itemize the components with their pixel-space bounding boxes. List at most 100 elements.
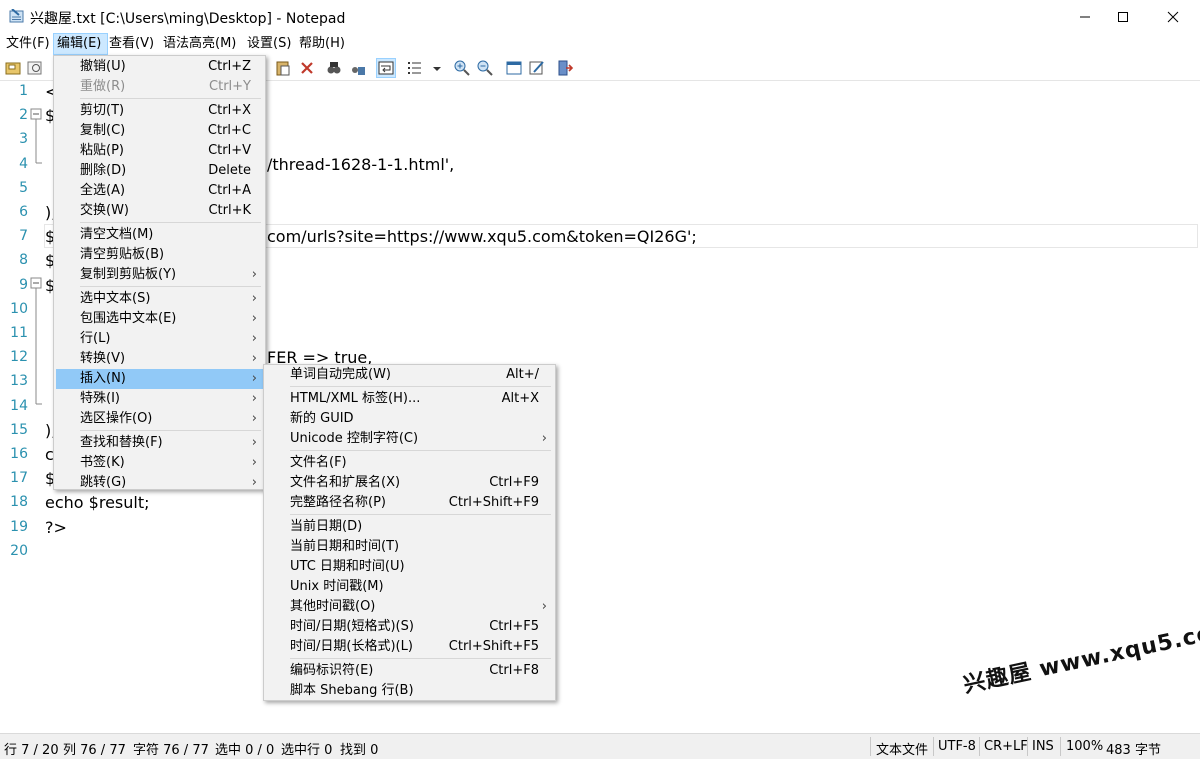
chevron-right-icon: › xyxy=(251,351,257,366)
menu-item[interactable]: 当前日期(D) xyxy=(266,517,553,537)
title-bar: 兴趣屋.txt [C:\Users\ming\Desktop] - Notepa… xyxy=(0,0,1200,34)
line-number: 17 xyxy=(10,470,28,487)
status-scheme[interactable]: 文本文件 xyxy=(876,739,928,758)
menu-item[interactable]: 包围选中文本(E) › xyxy=(56,309,263,329)
status-separator xyxy=(1027,737,1028,756)
menu-item[interactable]: 清空剪贴板(B) xyxy=(56,245,263,265)
exit-icon[interactable] xyxy=(556,59,574,77)
line-number: 1 xyxy=(19,83,28,99)
replace-icon[interactable] xyxy=(349,59,367,77)
menu-item[interactable]: 转换(V) › xyxy=(56,349,263,369)
menu-item[interactable]: 行(L) › xyxy=(56,329,263,349)
menu-item[interactable]: 脚本 Shebang 行(B) xyxy=(266,681,553,701)
status-mode[interactable]: INS xyxy=(1032,739,1054,754)
menu-item[interactable]: 新的 GUID xyxy=(266,409,553,429)
chevron-right-icon: › xyxy=(251,331,257,346)
chevron-right-icon: › xyxy=(251,291,257,306)
line-numbers-icon[interactable] xyxy=(406,59,424,77)
menu-item[interactable]: 时间/日期(短格式)(S) Ctrl+F5 xyxy=(266,617,553,637)
menu-item[interactable]: 复制(C) Ctrl+C xyxy=(56,121,263,141)
menu-item-label: 复制到剪贴板(Y) xyxy=(80,267,177,282)
open-file-icon[interactable] xyxy=(26,59,44,77)
status-encoding[interactable]: UTF-8 xyxy=(938,739,976,754)
line-number-gutter: 1 2 3 4 5 6 7 8 9 10 11 12 13 14 15 16 17 18 19 20 xyxy=(0,81,28,733)
menu-item[interactable]: 重做(R) Ctrl+Y xyxy=(56,77,263,97)
menu-syntax[interactable]: 语法高亮(M) xyxy=(163,34,236,54)
menu-view[interactable]: 查看(V) xyxy=(109,34,154,54)
menu-item[interactable]: 选区操作(O) › xyxy=(56,409,263,429)
chevron-right-icon: › xyxy=(251,371,257,386)
menu-separator xyxy=(290,386,551,387)
menu-item[interactable]: 复制到剪贴板(Y) › xyxy=(56,265,263,285)
line-number: 9 xyxy=(19,276,28,293)
menu-item[interactable]: HTML/XML 标签(H)... Alt+X xyxy=(266,389,553,409)
line-number: 20 xyxy=(10,542,28,559)
menu-file[interactable]: 文件(F) xyxy=(6,34,50,54)
scheme-icon[interactable] xyxy=(505,59,523,77)
status-zoom[interactable]: 100% xyxy=(1066,739,1103,754)
chevron-right-icon: › xyxy=(251,455,257,470)
code-line[interactable]: /thread-1628-1-1.html', xyxy=(267,155,454,174)
menu-item-label: 单词自动完成(W) xyxy=(290,367,391,382)
menu-item[interactable]: 清空文档(M) xyxy=(56,225,263,245)
menu-item[interactable]: 当前日期和时间(T) xyxy=(266,537,553,557)
menu-item[interactable]: 单词自动完成(W) Alt+/ xyxy=(266,365,553,385)
menu-item-label: 清空文档(M) xyxy=(80,227,154,242)
menu-item-shortcut: Ctrl+K xyxy=(208,203,251,218)
menu-item[interactable]: 编码标识符(E) Ctrl+F8 xyxy=(266,661,553,681)
status-separator xyxy=(933,737,934,756)
menu-help[interactable]: 帮助(H) xyxy=(299,34,345,54)
menu-item[interactable]: Unicode 控制字符(C) › xyxy=(266,429,553,449)
menu-item[interactable]: 文件名和扩展名(X) Ctrl+F9 xyxy=(266,473,553,493)
customize-icon[interactable] xyxy=(528,59,546,77)
status-separator xyxy=(979,737,980,756)
menu-item[interactable]: 查找和替换(F) › xyxy=(56,433,263,453)
chevron-right-icon: › xyxy=(541,599,547,614)
menu-item[interactable]: 删除(D) Delete xyxy=(56,161,263,181)
menu-item-label: 重做(R) xyxy=(80,79,126,94)
menu-item[interactable]: 交换(W) Ctrl+K xyxy=(56,201,263,221)
menu-item[interactable]: 书签(K) › xyxy=(56,453,263,473)
menu-item[interactable]: 完整路径名称(P) Ctrl+Shift+F9 xyxy=(266,493,553,513)
code-line[interactable]: echo $result; xyxy=(45,493,150,512)
menu-item[interactable]: 粘贴(P) Ctrl+V xyxy=(56,141,263,161)
zoom-out-icon[interactable] xyxy=(476,59,494,77)
close-button[interactable] xyxy=(1150,0,1196,34)
menu-item[interactable]: 选中文本(S) › xyxy=(56,289,263,309)
menu-item[interactable]: 撤销(U) Ctrl+Z xyxy=(56,57,263,77)
menu-item-label: 其他时间戳(O) xyxy=(290,599,376,614)
zoom-in-icon[interactable] xyxy=(453,59,471,77)
menu-item-label: 时间/日期(长格式)(L) xyxy=(290,639,413,654)
menu-item-shortcut: Ctrl+F9 xyxy=(489,475,539,490)
menu-item[interactable]: 特殊(I) › xyxy=(56,389,263,409)
maximize-button[interactable] xyxy=(1100,0,1146,34)
find-icon[interactable] xyxy=(325,59,343,77)
delete-icon[interactable] xyxy=(298,59,316,77)
menu-item-label: 脚本 Shebang 行(B) xyxy=(290,683,414,698)
word-wrap-icon[interactable] xyxy=(376,58,396,78)
menu-item[interactable]: 其他时间戳(O) › xyxy=(266,597,553,617)
menu-item[interactable]: 剪切(T) Ctrl+X xyxy=(56,101,263,121)
code-line[interactable]: com/urls?site=https://www.xqu5.com&token… xyxy=(267,227,697,246)
new-file-icon[interactable] xyxy=(4,59,22,77)
menu-item[interactable]: 插入(N) › xyxy=(56,369,263,389)
menu-item[interactable]: UTC 日期和时间(U) xyxy=(266,557,553,577)
menu-item[interactable]: Unix 时间戳(M) xyxy=(266,577,553,597)
menu-item-label: 删除(D) xyxy=(80,163,127,178)
fold-margin[interactable] xyxy=(28,81,44,733)
menu-separator xyxy=(290,514,551,515)
menu-item-shortcut: Ctrl+Z xyxy=(208,59,251,74)
code-line[interactable]: ?> xyxy=(45,518,67,537)
menu-item-shortcut: Alt+X xyxy=(501,391,539,406)
menu-item[interactable]: 文件名(F) xyxy=(266,453,553,473)
edit-menu: 撤销(U) Ctrl+Z 重做(R) Ctrl+Y 剪切(T) Ctrl+X 复制(C) Ct… xyxy=(53,55,266,490)
menu-separator xyxy=(290,450,551,451)
status-eol[interactable]: CR+LF xyxy=(984,739,1028,754)
menu-item[interactable]: 全选(A) Ctrl+A xyxy=(56,181,263,201)
menu-item[interactable]: 跳转(G) › xyxy=(56,473,263,493)
menu-edit[interactable]: 编辑(E) xyxy=(53,33,108,55)
chevron-down-icon[interactable] xyxy=(430,59,444,77)
paste-icon[interactable] xyxy=(274,59,292,77)
menu-settings[interactable]: 设置(S) xyxy=(247,34,291,54)
menu-item[interactable]: 时间/日期(长格式)(L) Ctrl+Shift+F5 xyxy=(266,637,553,657)
